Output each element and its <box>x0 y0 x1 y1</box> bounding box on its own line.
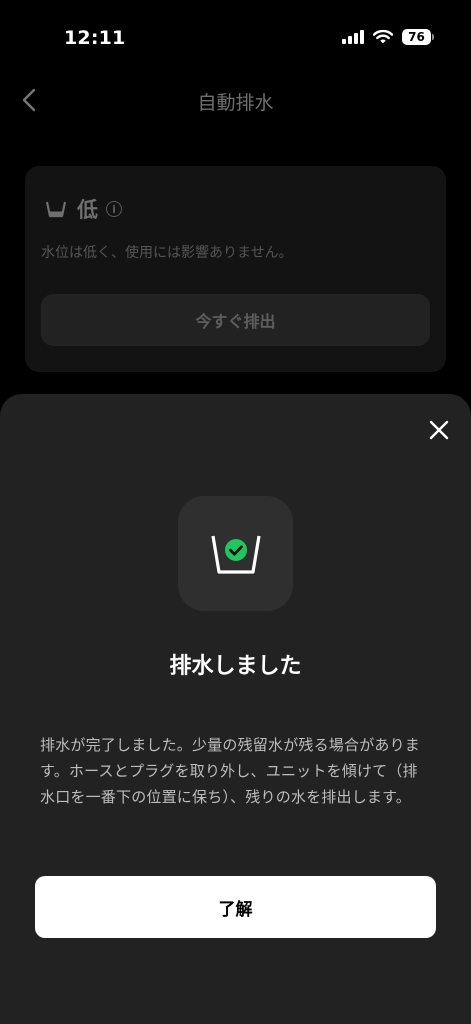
status-icons: 76 <box>342 29 434 45</box>
drain-complete-sheet: 排水しました 排水が完了しました。少量の残留水が残る場合があります。ホースとプラ… <box>0 394 471 1024</box>
bucket-check-icon <box>211 535 261 574</box>
water-level-row: 低 i <box>45 194 122 224</box>
close-icon[interactable] <box>427 418 451 442</box>
signal-icon <box>342 30 364 44</box>
page-title: 自動排水 <box>197 92 274 114</box>
status-bar: 12:11 76 <box>0 0 471 70</box>
wifi-icon <box>373 30 393 44</box>
sheet-message: 排水が完了しました。少量の残留水が残る場合があります。ホースとプラグを取り外し、… <box>40 736 421 806</box>
battery-icon: 76 <box>402 29 434 45</box>
water-level-card: 低 i 水位は低く、使用には影響ありません。 今すぐ排出 <box>25 166 446 372</box>
bucket-icon <box>45 201 67 218</box>
confirm-button[interactable]: 了解 <box>35 876 436 938</box>
drain-now-button[interactable]: 今すぐ排出 <box>41 294 430 346</box>
water-level-description: 水位は低く、使用には影響ありません。 <box>41 245 293 261</box>
info-icon[interactable]: i <box>106 201 122 217</box>
status-icon-tile <box>178 496 293 611</box>
water-level-label: 低 <box>77 198 98 222</box>
nav-bar: 自動排水 <box>0 70 471 132</box>
sheet-title: 排水しました <box>169 654 302 679</box>
status-time: 12:11 <box>64 27 126 49</box>
